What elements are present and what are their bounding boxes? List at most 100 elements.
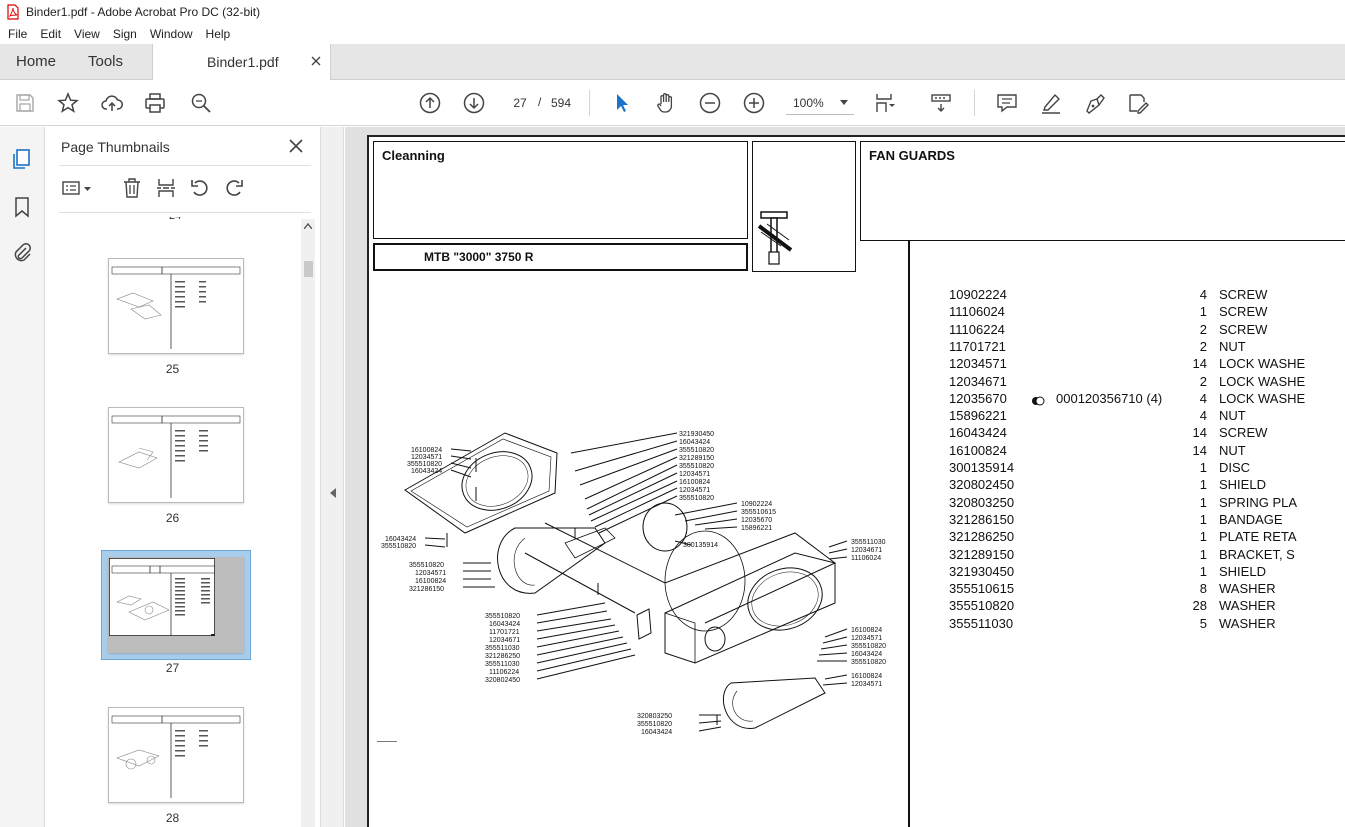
comment-icon[interactable] — [996, 92, 1018, 114]
part-quantity: 5 — [1199, 615, 1207, 631]
callout: 12034571 — [415, 570, 446, 577]
edit-form-icon[interactable] — [1127, 92, 1149, 114]
menu-edit[interactable]: Edit — [35, 27, 66, 41]
part-code: 321286150 — [949, 511, 1015, 527]
parts-row: 320802450 1 SHIELD — [949, 477, 1345, 494]
extract-pages-icon[interactable] — [155, 177, 177, 199]
group-title: FAN GUARDS — [869, 148, 955, 163]
close-panel-icon[interactable] — [289, 139, 303, 153]
hand-tool-icon[interactable] — [655, 92, 677, 114]
thumbnail-preview — [111, 415, 241, 498]
tab-home[interactable]: Home — [16, 44, 56, 80]
save-icon[interactable] — [14, 92, 36, 114]
highlight-pen-icon[interactable] — [1040, 92, 1062, 114]
next-page-icon[interactable] — [463, 92, 485, 114]
zoom-dropdown[interactable]: 100% — [786, 91, 854, 115]
zoom-value: 100% — [793, 96, 824, 110]
scrollbar-thumb[interactable] — [304, 261, 313, 277]
callout: 16043424 — [489, 621, 520, 628]
page-divider-line — [908, 241, 910, 827]
part-quantity: 1 — [1199, 563, 1207, 579]
acrobat-logo-icon — [7, 4, 19, 20]
bookmark-icon[interactable] — [11, 196, 33, 218]
menu-sign[interactable]: Sign — [108, 27, 142, 41]
menu-window[interactable]: Window — [145, 27, 198, 41]
callout: 11106024 — [851, 555, 881, 562]
section-title: Cleanning — [382, 148, 445, 163]
callout: 355510615 — [741, 509, 776, 516]
parts-row: 16100824 14 NUT — [949, 443, 1345, 460]
thumbnail-page-current[interactable] — [108, 557, 244, 653]
callout: 12034571 — [679, 487, 710, 494]
tab-tools[interactable]: Tools — [88, 44, 123, 80]
attachment-icon[interactable] — [11, 241, 33, 263]
callout: 355511030 — [851, 539, 886, 546]
callout: 355510820 — [637, 721, 672, 728]
callout: 355510820 — [679, 447, 714, 454]
select-cursor-icon[interactable] — [611, 92, 633, 114]
part-code: 12034671 — [949, 373, 1007, 389]
part-quantity: 1 — [1199, 511, 1207, 527]
part-description: SCREW — [1219, 321, 1268, 337]
callout: 321289150 — [679, 455, 714, 462]
document-tab-label: Binder1.pdf — [207, 54, 279, 70]
callout: 321286250 — [485, 653, 520, 660]
group-title-box: FAN GUARDS — [860, 141, 1345, 241]
parts-list: 10902224 4 SCREW 11106024 1 SCREW 11106224 2 SCR… — [949, 287, 1345, 647]
document-view[interactable]: Cleanning MTB "3000" 3750 R FAN GUARDS 1… — [345, 127, 1345, 827]
thumbnail-page[interactable] — [108, 258, 244, 354]
callout: 16043424 — [411, 468, 442, 475]
model-label: MTB "3000" 3750 R — [424, 250, 534, 264]
parts-row: 321930450 1 SHIELD — [949, 564, 1345, 581]
callout: 12034571 — [679, 471, 710, 478]
previous-page-icon[interactable] — [419, 92, 441, 114]
menu-help[interactable]: Help — [201, 27, 236, 41]
thumbnail-preview — [111, 715, 241, 798]
part-quantity: 4 — [1199, 287, 1207, 302]
callout: 355510820 — [409, 562, 444, 569]
sign-pen-icon[interactable] — [1084, 92, 1106, 114]
part-quantity: 1 — [1199, 529, 1207, 545]
callout: 11106224 — [489, 669, 519, 676]
menu-view[interactable]: View — [69, 27, 105, 41]
menu-file[interactable]: File — [3, 27, 32, 41]
thumbnail-page[interactable] — [108, 707, 244, 803]
part-quantity: 2 — [1199, 373, 1207, 389]
part-quantity: 4 — [1199, 390, 1207, 406]
part-code: 12034571 — [949, 356, 1007, 372]
print-icon[interactable] — [144, 92, 166, 114]
tab-document[interactable]: Binder1.pdf — [152, 44, 331, 81]
chevron-down-icon — [840, 100, 848, 105]
part-code: 16100824 — [949, 442, 1007, 458]
page-thumbnails-icon[interactable] — [11, 148, 33, 170]
thumbnail-label: 24 — [169, 217, 181, 222]
thumbnail-scrollbar[interactable] — [301, 219, 315, 827]
part-description: LOCK WASHE — [1219, 373, 1306, 389]
callout: 355510820 — [679, 463, 714, 470]
zoom-search-icon[interactable] — [190, 92, 212, 114]
scroll-mode-icon[interactable] — [930, 92, 952, 114]
star-icon[interactable] — [57, 92, 79, 114]
callout: 12034671 — [851, 547, 882, 554]
panel-collapse-handle[interactable] — [320, 127, 344, 827]
part-quantity: 28 — [1192, 598, 1207, 614]
rotate-clockwise-icon[interactable] — [223, 177, 245, 199]
zoom-out-icon[interactable] — [699, 92, 721, 114]
thumbnail-page[interactable] — [108, 407, 244, 503]
close-tab-icon[interactable] — [310, 55, 322, 67]
thumbnail-label: 25 — [165, 362, 180, 376]
page-number-input[interactable] — [506, 91, 534, 115]
page-thumbnails-panel: Page Thumbnails 24 — [45, 127, 320, 827]
scroll-up-icon[interactable] — [304, 223, 312, 229]
zoom-in-icon[interactable] — [743, 92, 765, 114]
rotate-counterclockwise-icon[interactable] — [189, 177, 211, 199]
callout: 16043424 — [641, 729, 672, 736]
delete-trash-icon[interactable] — [121, 177, 143, 199]
part-description: SHIELD — [1219, 563, 1266, 579]
thumbnail-options-icon[interactable] — [61, 177, 95, 199]
menu-bar: File Edit View Sign Window Help — [0, 24, 1345, 44]
upload-cloud-icon[interactable] — [101, 92, 123, 114]
callout: 16043424 — [385, 536, 416, 543]
part-code: 355510615 — [949, 581, 1015, 597]
page-fit-icon[interactable] — [874, 92, 896, 114]
